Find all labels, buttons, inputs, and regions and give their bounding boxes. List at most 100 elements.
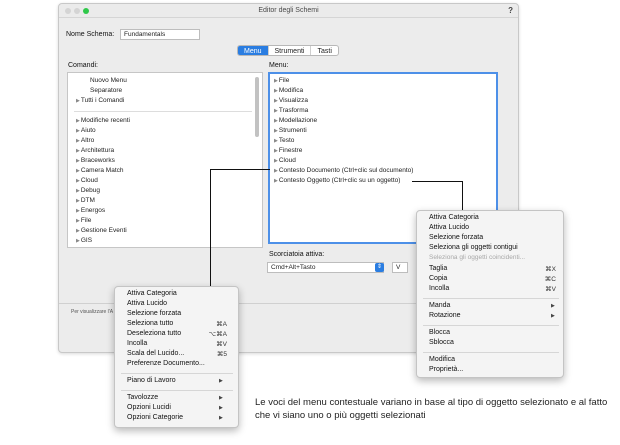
editor-tabs: Menu Strumenti Tasti (237, 45, 339, 56)
disclosure-triangle-icon[interactable]: ▶ (274, 158, 278, 164)
disclosure-triangle-icon[interactable]: ▶ (274, 148, 278, 154)
disclosure-triangle-icon[interactable]: ▶ (76, 208, 80, 214)
disclosure-triangle-icon[interactable]: ▶ (274, 138, 278, 144)
command-group[interactable]: ▶Architettura (76, 147, 114, 154)
disclosure-triangle-icon[interactable]: ▶ (76, 218, 80, 224)
ctx-doc-submenu[interactable]: Piano di Lavoro (127, 377, 176, 384)
ctx-obj-submenu[interactable]: Rotazione (429, 312, 461, 319)
ctx-doc-item[interactable]: Deseleziona tutto (127, 330, 181, 337)
command-group[interactable]: ▶File (76, 217, 91, 224)
command-all-commands[interactable]: ▶Tutti i Comandi (76, 97, 124, 104)
ctx-doc-item[interactable]: Preferenze Documento... (127, 360, 205, 367)
divider (74, 111, 252, 112)
menu-entry[interactable]: ▶File (274, 77, 289, 84)
command-group[interactable]: ▶Altro (76, 137, 94, 144)
ctx-doc-submenu[interactable]: Tavolozze (127, 394, 158, 401)
command-group[interactable]: ▶DTM (76, 197, 95, 204)
disclosure-triangle-icon[interactable]: ▶ (274, 118, 278, 124)
menu-entry[interactable]: ▶Visualizza (274, 97, 308, 104)
command-group[interactable]: ▶Cloud (76, 177, 98, 184)
disclosure-triangle-icon[interactable]: ▶ (274, 108, 278, 114)
disclosure-triangle-icon[interactable]: ▶ (76, 158, 80, 164)
ctx-obj-item[interactable]: Selezione forzata (429, 234, 483, 241)
menu-entry[interactable]: ▶Contesto Oggetto (Ctrl+clic su un ogget… (274, 177, 400, 184)
disclosure-triangle-icon[interactable]: ▶ (274, 168, 278, 174)
disclosure-triangle-icon[interactable]: ▶ (76, 238, 80, 244)
disclosure-triangle-icon[interactable]: ▶ (76, 228, 80, 234)
disclosure-triangle-icon[interactable]: ▶ (76, 98, 80, 104)
menu-entry[interactable]: ▶Modifica (274, 87, 303, 94)
ctx-obj-item[interactable]: Sblocca (429, 339, 454, 346)
command-group[interactable]: ▶Gestione Eventi (76, 227, 127, 234)
ctx-doc-item[interactable]: Scala del Lucido... (127, 350, 184, 357)
command-group[interactable]: ▶Braceworks (76, 157, 115, 164)
disclosure-triangle-icon[interactable]: ▶ (76, 148, 80, 154)
menu-entry[interactable]: ▶Trasforma (274, 107, 308, 114)
ctx-divider (423, 352, 559, 353)
disclosure-triangle-icon[interactable]: ▶ (76, 118, 80, 124)
ctx-obj-item[interactable]: Attiva Lucido (429, 224, 469, 231)
disclosure-triangle-icon[interactable]: ▶ (76, 128, 80, 134)
menu-entry[interactable]: ▶Finestre (274, 147, 302, 154)
command-new-menu[interactable]: Nuovo Menu (90, 77, 127, 84)
commands-label: Comandi: (68, 62, 98, 69)
ctx-shortcut: ⌥⌘A (208, 331, 227, 338)
ctx-obj-item[interactable]: Proprietà... (429, 366, 463, 373)
ctx-obj-item[interactable]: Blocca (429, 329, 450, 336)
disclosure-triangle-icon[interactable]: ▶ (76, 188, 80, 194)
commands-scrollbar[interactable] (255, 77, 259, 137)
command-group[interactable]: ▶Debug (76, 187, 100, 194)
command-group[interactable]: ▶Modifiche recenti (76, 117, 130, 124)
menu-entry[interactable]: ▶Modellazione (274, 117, 317, 124)
disclosure-triangle-icon[interactable]: ▶ (274, 88, 278, 94)
help-icon[interactable]: ? (508, 6, 513, 15)
ctx-doc-item[interactable]: Seleziona tutto (127, 320, 173, 327)
ctx-obj-item[interactable]: Copia (429, 275, 447, 282)
ctx-obj-submenu[interactable]: Manda (429, 302, 450, 309)
disclosure-triangle-icon[interactable]: ▶ (274, 98, 278, 104)
ctx-obj-item-disabled: Seleziona gli oggetti coincidenti... (429, 254, 526, 261)
ctx-obj-item[interactable]: Modifica (429, 356, 455, 363)
menu-entry[interactable]: ▶Contesto Documento (Ctrl+clic sul docum… (274, 167, 413, 174)
ctx-obj-item[interactable]: Incolla (429, 285, 449, 292)
active-shortcut-select[interactable]: Cmd+Alt+Tasto (267, 262, 384, 273)
ctx-shortcut: ⌘X (545, 266, 556, 273)
disclosure-triangle-icon[interactable]: ▶ (76, 178, 80, 184)
disclosure-triangle-icon[interactable]: ▶ (76, 198, 80, 204)
ctx-shortcut: ⌘V (216, 341, 227, 348)
ctx-obj-item[interactable]: Taglia (429, 265, 447, 272)
object-context-menu: Attiva Categoria Attiva Lucido Selezione… (416, 210, 564, 378)
ctx-obj-item[interactable]: Seleziona gli oggetti contigui (429, 244, 518, 251)
ctx-doc-item[interactable]: Attiva Lucido (127, 300, 167, 307)
ctx-doc-submenu[interactable]: Opzioni Categorie (127, 414, 183, 421)
disclosure-triangle-icon[interactable]: ▶ (76, 138, 80, 144)
command-group[interactable]: ▶Camera Match (76, 167, 123, 174)
menu-entry[interactable]: ▶Cloud (274, 157, 296, 164)
ctx-doc-item[interactable]: Attiva Categoria (127, 290, 177, 297)
command-group[interactable]: ▶GIS (76, 237, 92, 244)
submenu-arrow-icon: ▶ (219, 405, 223, 411)
shortcut-key-field[interactable]: V (392, 262, 408, 273)
tab-menu[interactable]: Menu (238, 46, 269, 55)
tab-tools[interactable]: Strumenti (269, 46, 312, 55)
command-group[interactable]: ▶Aiuto (76, 127, 96, 134)
command-separator[interactable]: Separatore (90, 87, 122, 94)
scheme-name-field[interactable]: Fundamentals (120, 29, 200, 40)
commands-list[interactable]: Nuovo Menu Separatore ▶Tutti i Comandi ▶… (67, 72, 263, 248)
tab-keys[interactable]: Tasti (311, 46, 337, 55)
ctx-shortcut: ⌘A (216, 321, 227, 328)
disclosure-triangle-icon[interactable]: ▶ (274, 78, 278, 84)
menu-entry[interactable]: ▶Strumenti (274, 127, 307, 134)
disclosure-triangle-icon[interactable]: ▶ (274, 178, 278, 184)
ctx-obj-item[interactable]: Attiva Categoria (429, 214, 479, 221)
ctx-doc-item[interactable]: Incolla (127, 340, 147, 347)
callout-line (210, 169, 211, 287)
ctx-doc-submenu[interactable]: Opzioni Lucidi (127, 404, 171, 411)
menu-entry[interactable]: ▶Testo (274, 137, 294, 144)
disclosure-triangle-icon[interactable]: ▶ (274, 128, 278, 134)
ctx-doc-item[interactable]: Selezione forzata (127, 310, 181, 317)
dropdown-arrow-icon[interactable]: ⇕ (375, 263, 384, 272)
disclosure-triangle-icon[interactable]: ▶ (76, 168, 80, 174)
command-group[interactable]: ▶Energos (76, 207, 105, 214)
ctx-divider (121, 373, 233, 374)
